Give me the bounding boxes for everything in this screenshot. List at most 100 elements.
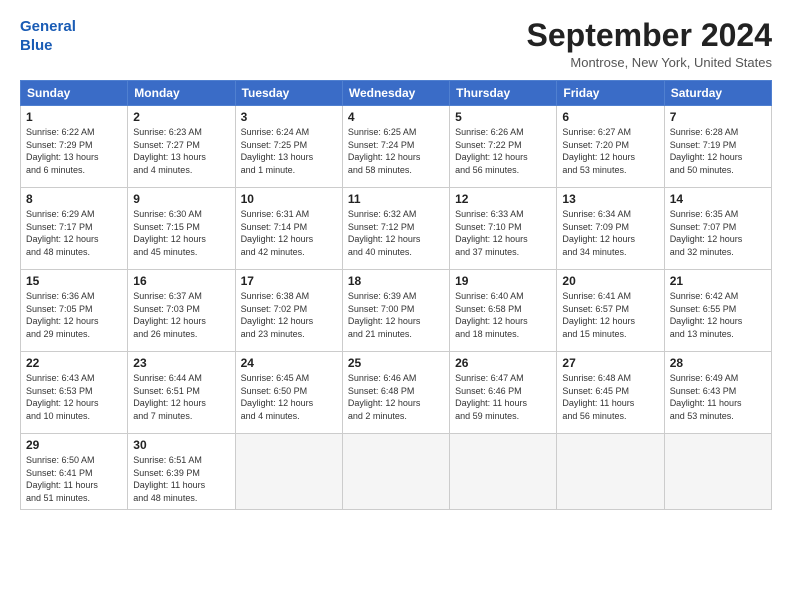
day-info: Sunrise: 6:40 AMSunset: 6:58 PMDaylight:… <box>455 290 551 340</box>
calendar-cell <box>342 434 449 509</box>
day-info: Sunrise: 6:34 AMSunset: 7:09 PMDaylight:… <box>562 208 658 258</box>
calendar-cell: 26 Sunrise: 6:47 AMSunset: 6:46 PMDayligh… <box>450 352 557 434</box>
day-info: Sunrise: 6:35 AMSunset: 7:07 PMDaylight:… <box>670 208 766 258</box>
calendar-cell <box>557 434 664 509</box>
day-number: 6 <box>562 110 658 124</box>
day-number: 9 <box>133 192 229 206</box>
day-info: Sunrise: 6:47 AMSunset: 6:46 PMDaylight:… <box>455 372 551 422</box>
day-info: Sunrise: 6:32 AMSunset: 7:12 PMDaylight:… <box>348 208 444 258</box>
logo-container: General Blue <box>20 18 76 56</box>
calendar-cell: 20Sunrise: 6:41 AMSunset: 6:57 PMDayligh… <box>557 270 664 352</box>
calendar-cell: 16 Sunrise: 6:37 AMSunset: 7:03 PMDayligh… <box>128 270 235 352</box>
calendar-cell <box>664 434 771 509</box>
calendar-cell: 6 Sunrise: 6:27 AMSunset: 7:20 PMDaylight… <box>557 106 664 188</box>
day-info: Sunrise: 6:25 AMSunset: 7:24 PMDaylight:… <box>348 126 444 176</box>
day-info: Sunrise: 6:39 AMSunset: 7:00 PMDaylight:… <box>348 290 444 340</box>
calendar-cell: 13 Sunrise: 6:34 AMSunset: 7:09 PMDayligh… <box>557 188 664 270</box>
day-number: 17 <box>241 274 337 288</box>
calendar-week-row: 1Sunrise: 6:22 AMSunset: 7:29 PMDaylight… <box>21 106 772 188</box>
day-info: Sunrise: 6:38 AMSunset: 7:02 PMDaylight:… <box>241 290 337 340</box>
calendar-cell: 8 Sunrise: 6:29 AMSunset: 7:17 PMDaylight… <box>21 188 128 270</box>
day-number: 26 <box>455 356 551 370</box>
day-number: 2 <box>133 110 229 124</box>
calendar-cell: 28Sunrise: 6:49 AMSunset: 6:43 PMDayligh… <box>664 352 771 434</box>
calendar-cell: 18 Sunrise: 6:39 AMSunset: 7:00 PMDayligh… <box>342 270 449 352</box>
calendar-cell: 22Sunrise: 6:43 AMSunset: 6:53 PMDayligh… <box>21 352 128 434</box>
day-number: 29 <box>26 438 122 452</box>
page-header: General Blue September 2024 Montrose, Ne… <box>20 18 772 70</box>
day-number: 27 <box>562 356 658 370</box>
day-number: 30 <box>133 438 229 452</box>
day-info: Sunrise: 6:45 AMSunset: 6:50 PMDaylight:… <box>241 372 337 422</box>
weekday-header-sunday: Sunday <box>21 81 128 106</box>
day-number: 4 <box>348 110 444 124</box>
calendar-cell <box>235 434 342 509</box>
calendar-cell: 15 Sunrise: 6:36 AMSunset: 7:05 PMDayligh… <box>21 270 128 352</box>
calendar-cell: 21 Sunrise: 6:42 AMSunset: 6:55 PMDayligh… <box>664 270 771 352</box>
calendar-cell: 10Sunrise: 6:31 AMSunset: 7:14 PMDayligh… <box>235 188 342 270</box>
day-info: Sunrise: 6:36 AMSunset: 7:05 PMDaylight:… <box>26 290 122 340</box>
calendar-week-row: 22Sunrise: 6:43 AMSunset: 6:53 PMDayligh… <box>21 352 772 434</box>
calendar-cell: 19 Sunrise: 6:40 AMSunset: 6:58 PMDayligh… <box>450 270 557 352</box>
day-number: 12 <box>455 192 551 206</box>
logo: General Blue <box>20 18 76 56</box>
calendar-cell: 4 Sunrise: 6:25 AMSunset: 7:24 PMDaylight… <box>342 106 449 188</box>
calendar-cell: 29 Sunrise: 6:50 AMSunset: 6:41 PMDayligh… <box>21 434 128 509</box>
day-info: Sunrise: 6:37 AMSunset: 7:03 PMDaylight:… <box>133 290 229 340</box>
calendar-cell: 11Sunrise: 6:32 AMSunset: 7:12 PMDayligh… <box>342 188 449 270</box>
day-info: Sunrise: 6:33 AMSunset: 7:10 PMDaylight:… <box>455 208 551 258</box>
location: Montrose, New York, United States <box>527 55 772 70</box>
day-number: 21 <box>670 274 766 288</box>
calendar-cell: 14 Sunrise: 6:35 AMSunset: 7:07 PMDayligh… <box>664 188 771 270</box>
day-info: Sunrise: 6:49 AMSunset: 6:43 PMDaylight:… <box>670 372 766 422</box>
day-number: 5 <box>455 110 551 124</box>
day-number: 16 <box>133 274 229 288</box>
day-info: Sunrise: 6:51 AMSunset: 6:39 PMDaylight:… <box>133 454 229 504</box>
calendar-cell: 5 Sunrise: 6:26 AMSunset: 7:22 PMDaylight… <box>450 106 557 188</box>
day-info: Sunrise: 6:46 AMSunset: 6:48 PMDaylight:… <box>348 372 444 422</box>
day-number: 25 <box>348 356 444 370</box>
weekday-header-saturday: Saturday <box>664 81 771 106</box>
day-info: Sunrise: 6:44 AMSunset: 6:51 PMDaylight:… <box>133 372 229 422</box>
day-info: Sunrise: 6:30 AMSunset: 7:15 PMDaylight:… <box>133 208 229 258</box>
day-number: 14 <box>670 192 766 206</box>
calendar-cell: 27 Sunrise: 6:48 AMSunset: 6:45 PMDayligh… <box>557 352 664 434</box>
day-number: 1 <box>26 110 122 124</box>
day-info: Sunrise: 6:28 AMSunset: 7:19 PMDaylight:… <box>670 126 766 176</box>
day-info: Sunrise: 6:24 AMSunset: 7:25 PMDaylight:… <box>241 126 337 176</box>
month-title: September 2024 <box>527 18 772 53</box>
calendar-week-row: 15 Sunrise: 6:36 AMSunset: 7:05 PMDayligh… <box>21 270 772 352</box>
calendar-cell: 24 Sunrise: 6:45 AMSunset: 6:50 PMDayligh… <box>235 352 342 434</box>
day-info: Sunrise: 6:29 AMSunset: 7:17 PMDaylight:… <box>26 208 122 258</box>
day-info: Sunrise: 6:26 AMSunset: 7:22 PMDaylight:… <box>455 126 551 176</box>
day-number: 15 <box>26 274 122 288</box>
day-number: 20 <box>562 274 658 288</box>
weekday-header-friday: Friday <box>557 81 664 106</box>
day-info: Sunrise: 6:50 AMSunset: 6:41 PMDaylight:… <box>26 454 122 504</box>
calendar-cell: 3Sunrise: 6:24 AMSunset: 7:25 PMDaylight… <box>235 106 342 188</box>
calendar-cell: 17 Sunrise: 6:38 AMSunset: 7:02 PMDayligh… <box>235 270 342 352</box>
calendar-cell: 30 Sunrise: 6:51 AMSunset: 6:39 PMDayligh… <box>128 434 235 509</box>
day-number: 23 <box>133 356 229 370</box>
day-number: 22 <box>26 356 122 370</box>
weekday-header-monday: Monday <box>128 81 235 106</box>
day-number: 24 <box>241 356 337 370</box>
day-number: 13 <box>562 192 658 206</box>
calendar-cell: 2Sunrise: 6:23 AMSunset: 7:27 PMDaylight… <box>128 106 235 188</box>
weekday-header-row: SundayMondayTuesdayWednesdayThursdayFrid… <box>21 81 772 106</box>
day-number: 18 <box>348 274 444 288</box>
calendar-week-row: 8 Sunrise: 6:29 AMSunset: 7:17 PMDaylight… <box>21 188 772 270</box>
calendar-cell: 12 Sunrise: 6:33 AMSunset: 7:10 PMDayligh… <box>450 188 557 270</box>
weekday-header-thursday: Thursday <box>450 81 557 106</box>
day-number: 7 <box>670 110 766 124</box>
calendar-cell: 1Sunrise: 6:22 AMSunset: 7:29 PMDaylight… <box>21 106 128 188</box>
calendar-week-row: 29 Sunrise: 6:50 AMSunset: 6:41 PMDayligh… <box>21 434 772 509</box>
day-number: 8 <box>26 192 122 206</box>
calendar-cell <box>450 434 557 509</box>
day-info: Sunrise: 6:48 AMSunset: 6:45 PMDaylight:… <box>562 372 658 422</box>
day-info: Sunrise: 6:27 AMSunset: 7:20 PMDaylight:… <box>562 126 658 176</box>
day-number: 19 <box>455 274 551 288</box>
calendar-cell: 9 Sunrise: 6:30 AMSunset: 7:15 PMDaylight… <box>128 188 235 270</box>
calendar-cell: 25 Sunrise: 6:46 AMSunset: 6:48 PMDayligh… <box>342 352 449 434</box>
day-info: Sunrise: 6:42 AMSunset: 6:55 PMDaylight:… <box>670 290 766 340</box>
